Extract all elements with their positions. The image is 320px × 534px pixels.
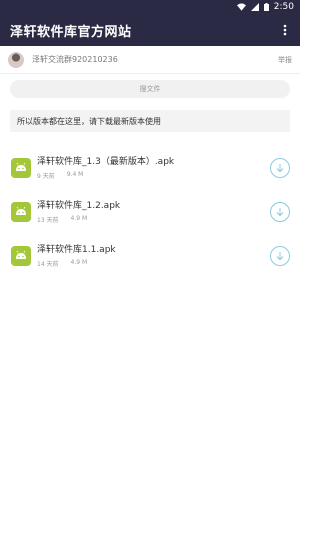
file-age: 13 天前 [37, 217, 59, 224]
notice-banner: 所以版本都在这里，请下载最新版本使用 [10, 110, 290, 132]
file-size: 9.4 M [66, 171, 84, 178]
wifi-icon [236, 3, 246, 11]
status-time: 2:50 [273, 2, 294, 12]
android-apk-icon [11, 246, 31, 266]
file-meta: 13 天前 4.9 M [37, 215, 270, 224]
file-list: 泽轩软件库_1.3（最新版本）.apk 9 天前 9.4 M 泽轩软件库_1.2… [0, 146, 300, 278]
file-info: 泽轩软件库1.1.apk 14 天前 4.9 M [37, 244, 270, 268]
status-bar: 2:50 [0, 0, 300, 14]
app-bar: 泽轩软件库官方网站 [0, 14, 300, 46]
file-meta: 14 天前 4.9 M [37, 259, 270, 268]
file-age: 9 天前 [37, 173, 55, 180]
download-icon[interactable] [270, 246, 290, 266]
download-icon[interactable] [270, 202, 290, 222]
download-icon[interactable] [270, 158, 290, 178]
file-size: 4.9 M [70, 215, 88, 222]
more-vert-icon[interactable] [278, 20, 292, 40]
search-placeholder: 搜文件 [139, 85, 161, 93]
file-item[interactable]: 泽轩软件库1.1.apk 14 天前 4.9 M [0, 234, 300, 278]
file-name: 泽轩软件库_1.3（最新版本）.apk [37, 157, 175, 167]
app-title: 泽轩软件库官方网站 [10, 24, 132, 40]
android-apk-icon [11, 158, 31, 178]
battery-icon [263, 3, 269, 11]
android-apk-icon [11, 202, 31, 222]
signal-icon [250, 3, 259, 11]
file-item[interactable]: 泽轩软件库_1.3（最新版本）.apk 9 天前 9.4 M [0, 146, 300, 190]
avatar[interactable] [8, 51, 24, 68]
file-size: 4.9 M [70, 259, 88, 266]
search-input[interactable]: 搜文件 [10, 80, 290, 98]
file-name: 泽轩软件库1.1.apk [37, 245, 116, 255]
file-meta: 9 天前 9.4 M [37, 171, 270, 180]
notice-text: 所以版本都在这里，请下载最新版本使用 [17, 116, 161, 126]
user-row: 泽轩交流群920210236 举报 [0, 46, 300, 74]
file-info: 泽轩软件库_1.2.apk 13 天前 4.9 M [37, 200, 270, 224]
report-link[interactable]: 举报 [278, 55, 292, 65]
user-name[interactable]: 泽轩交流群920210236 [32, 54, 278, 65]
file-age: 14 天前 [37, 261, 59, 268]
file-item[interactable]: 泽轩软件库_1.2.apk 13 天前 4.9 M [0, 190, 300, 234]
file-name: 泽轩软件库_1.2.apk [37, 201, 121, 211]
search-area: 搜文件 [0, 74, 300, 102]
file-info: 泽轩软件库_1.3（最新版本）.apk 9 天前 9.4 M [37, 156, 270, 180]
